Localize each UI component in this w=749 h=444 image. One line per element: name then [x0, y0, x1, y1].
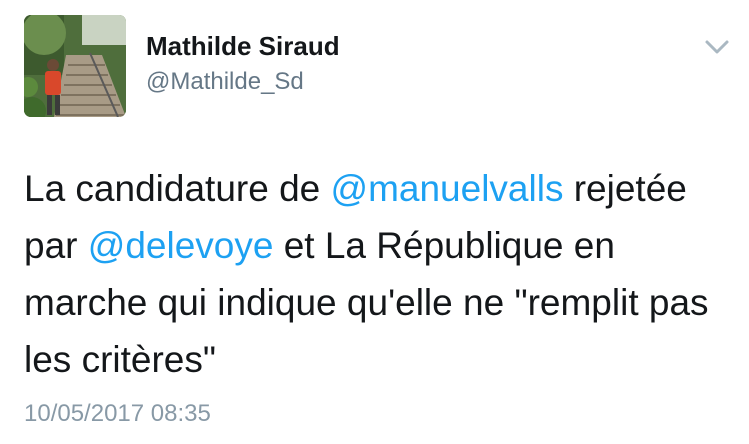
tweet-text-segment: La candidature de	[24, 168, 331, 209]
chevron-down-icon[interactable]	[704, 38, 730, 56]
mention-link[interactable]: @delevoye	[88, 225, 274, 266]
author-avatar[interactable]	[24, 15, 126, 117]
tweet-card: Mathilde Siraud @Mathilde_Sd La candidat…	[0, 0, 749, 444]
author-name[interactable]: Mathilde Siraud	[146, 31, 340, 62]
mention-link[interactable]: @manuelvalls	[331, 168, 564, 209]
author-handle[interactable]: @Mathilde_Sd	[146, 68, 304, 96]
tweet-text: La candidature de @manuelvalls rejetée p…	[24, 160, 736, 388]
tweet-timestamp[interactable]: 10/05/2017 08:35	[24, 400, 211, 428]
